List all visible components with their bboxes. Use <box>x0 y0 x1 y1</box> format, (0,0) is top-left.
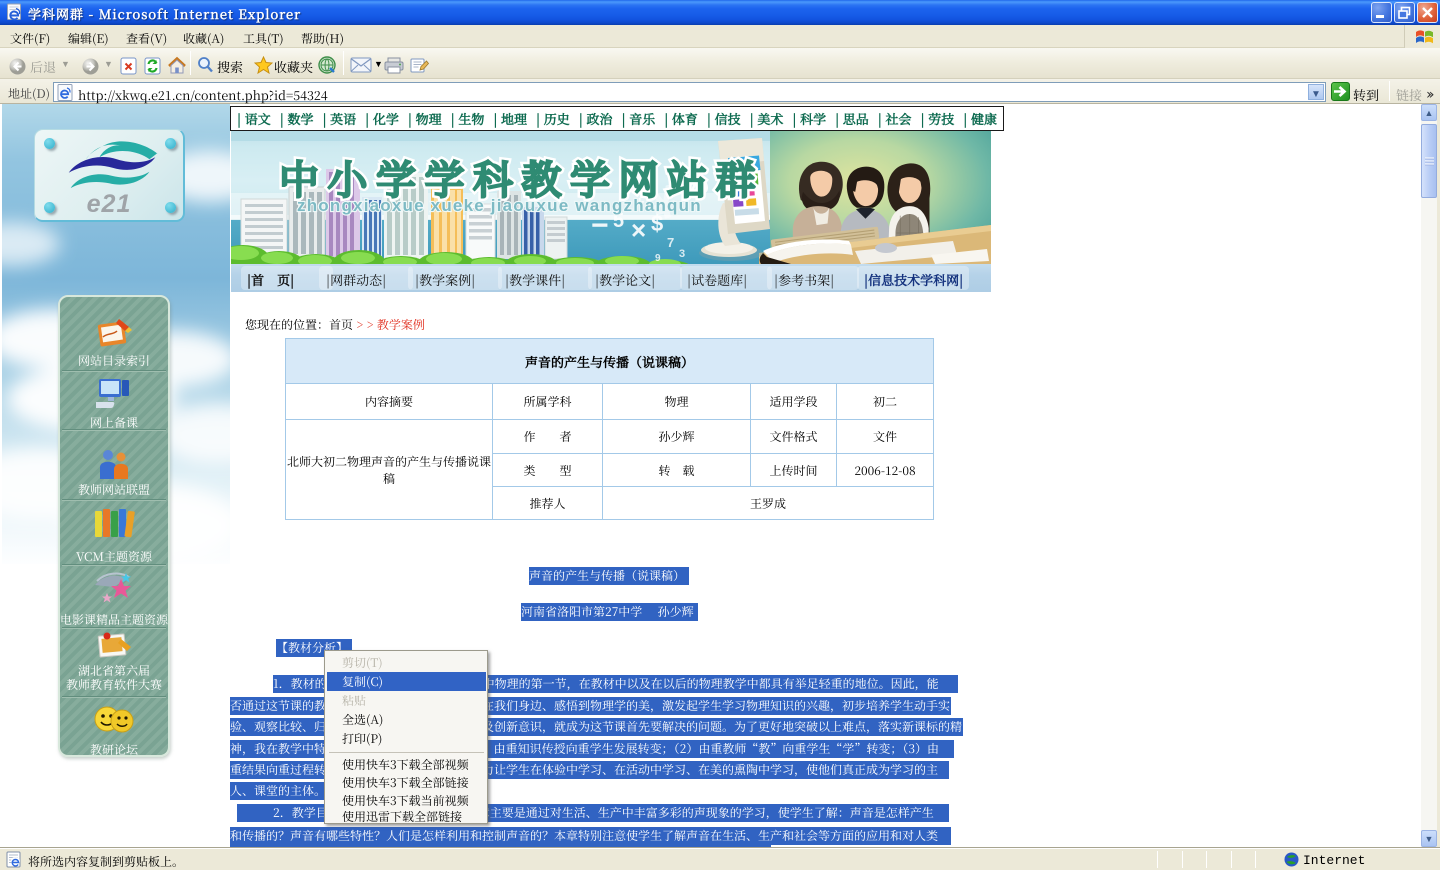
svg-text:×: × <box>631 215 646 245</box>
svg-text:7: 7 <box>667 235 674 250</box>
svg-text:3: 3 <box>679 248 685 260</box>
svg-text:zhongxiaoxue xueke jiaouxue wa: zhongxiaoxue xueke jiaouxue wangzhanqun <box>297 196 702 215</box>
svg-text:9: 9 <box>655 253 661 264</box>
